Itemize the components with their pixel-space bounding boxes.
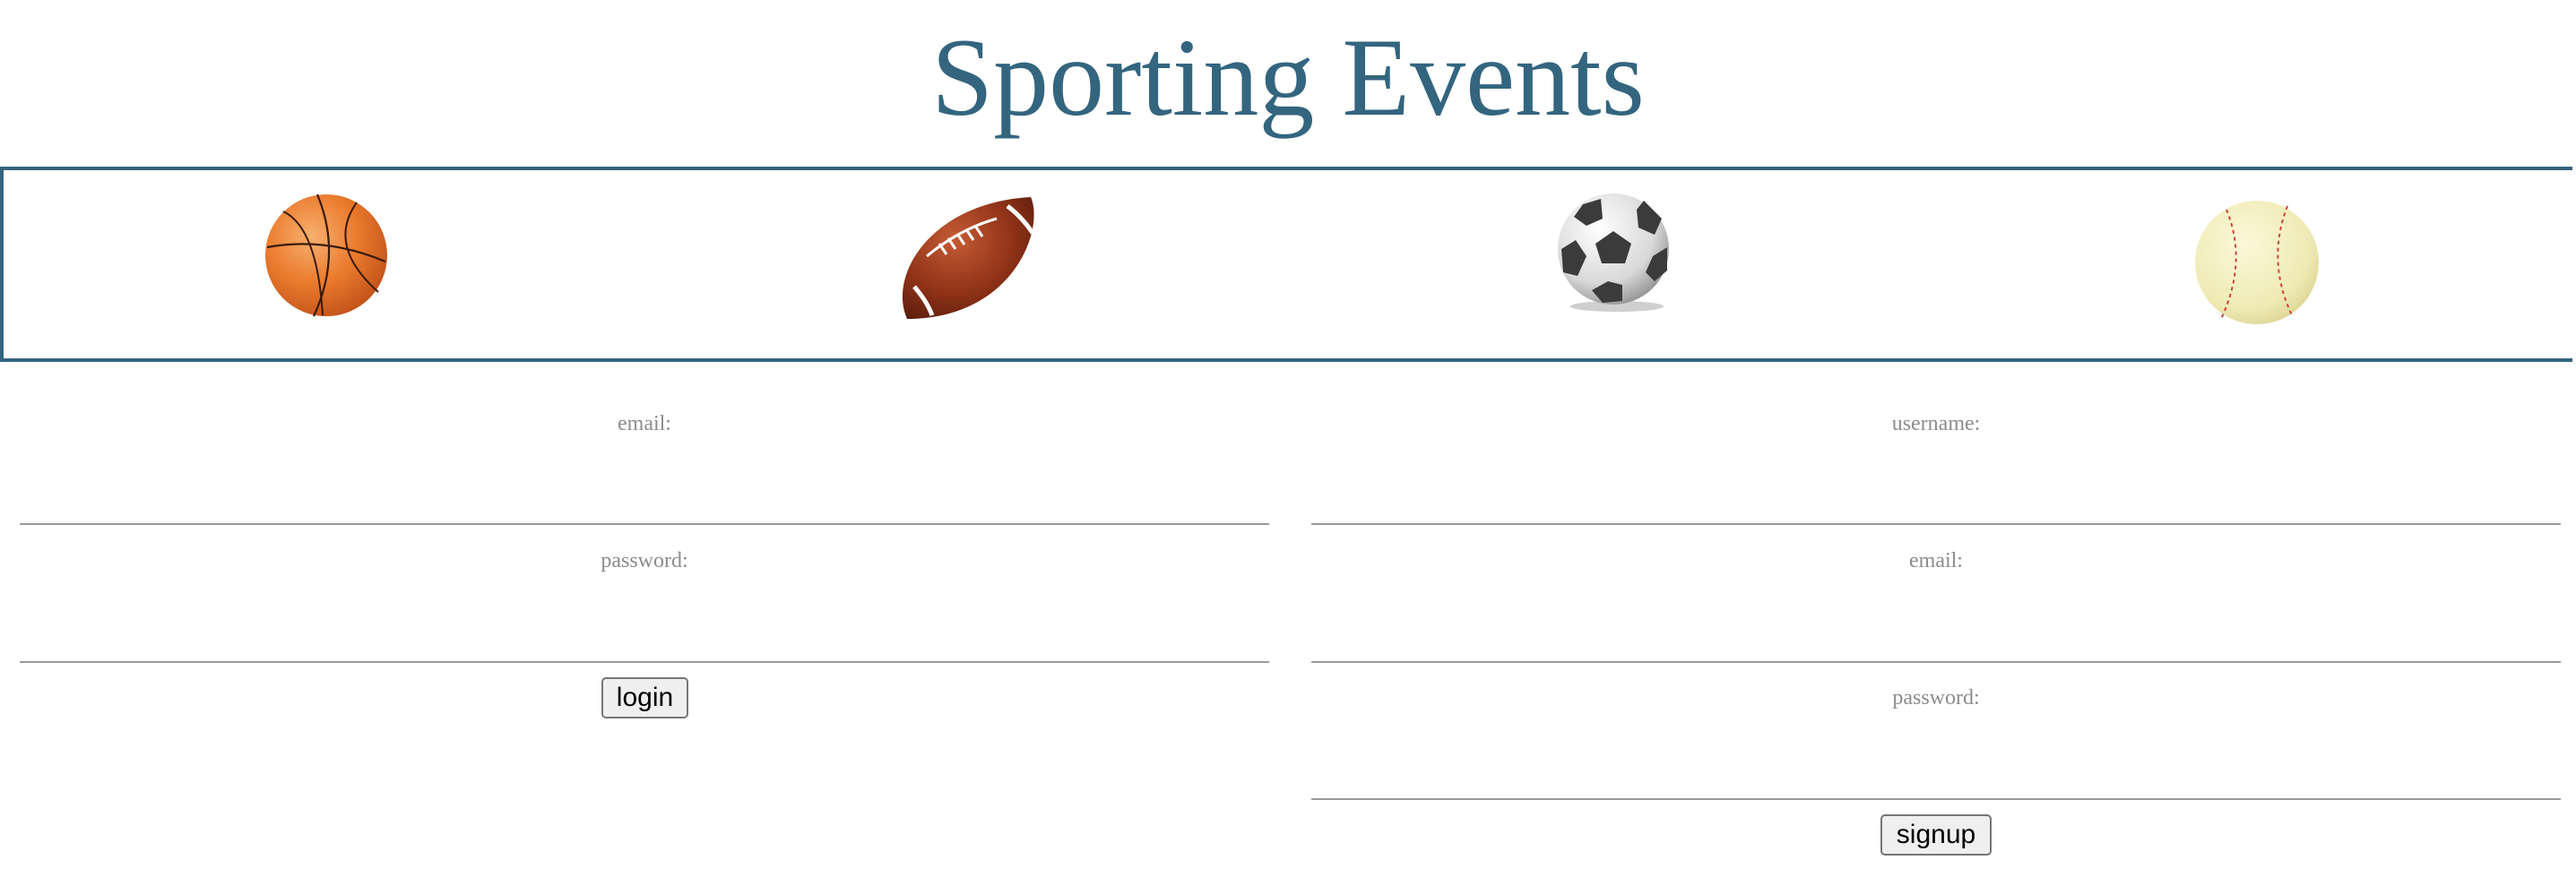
signup-password-input[interactable] bbox=[1311, 752, 2561, 800]
signup-button[interactable]: signup bbox=[1880, 814, 1992, 856]
baseball-icon bbox=[2195, 201, 2319, 324]
page-title: Sporting Events bbox=[931, 16, 1645, 139]
login-email-label: email: bbox=[618, 412, 671, 435]
signup-email-input[interactable] bbox=[1311, 615, 2561, 663]
login-email-input[interactable] bbox=[20, 477, 1269, 525]
login-button[interactable]: login bbox=[601, 677, 688, 718]
signup-email-label: email: bbox=[1909, 549, 1963, 572]
signup-password-label: password: bbox=[1892, 686, 1980, 710]
login-password-input[interactable] bbox=[20, 615, 1269, 663]
sports-banner bbox=[0, 167, 2572, 362]
login-password-label: password: bbox=[601, 549, 688, 572]
signup-username-label: username: bbox=[1891, 412, 1981, 435]
football-icon bbox=[902, 197, 1035, 319]
soccer-ball-icon bbox=[1558, 194, 1669, 312]
signup-username-input[interactable] bbox=[1311, 477, 2561, 525]
basketball-icon bbox=[265, 194, 387, 317]
